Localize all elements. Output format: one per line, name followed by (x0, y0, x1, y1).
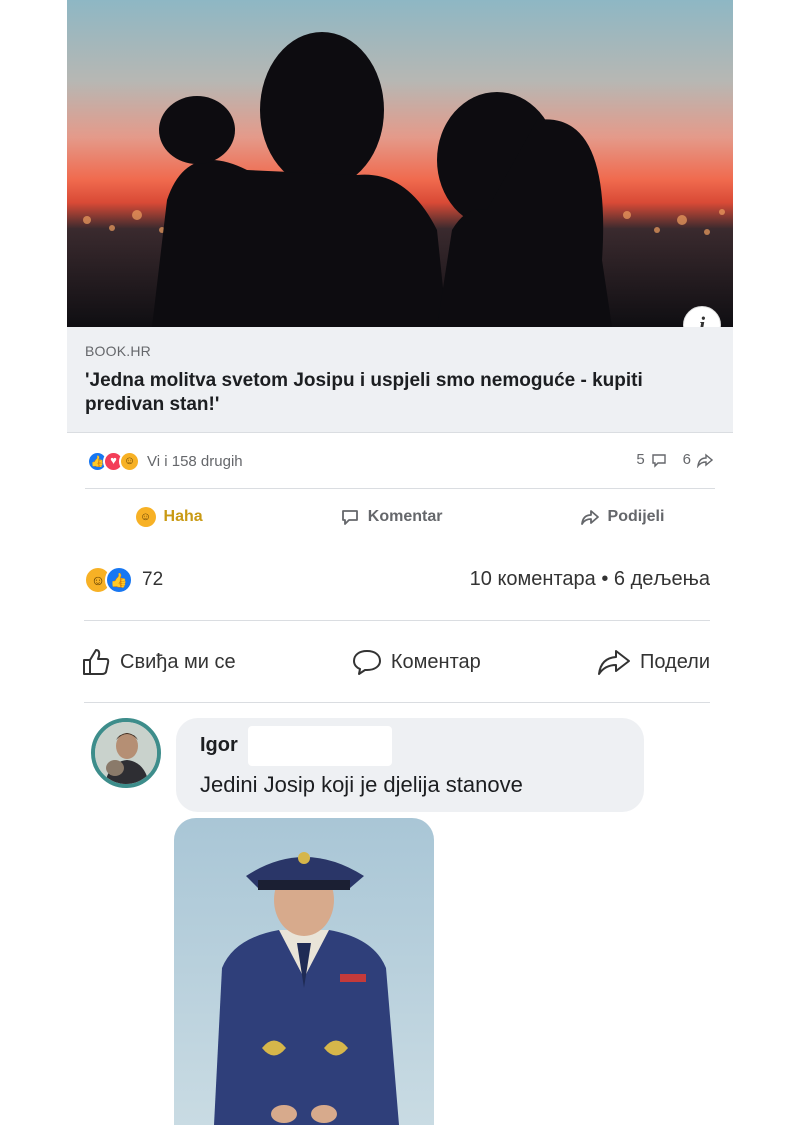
shared-action-bar: ☺ Haha Komentar Podijeli (67, 500, 733, 534)
engagement-counts: 5 6 (636, 451, 713, 468)
comment-button[interactable]: Komentar (340, 507, 443, 527)
comment-label: Komentar (367, 508, 443, 525)
shares-count[interactable]: 6 (683, 451, 691, 468)
comment-icon (651, 453, 666, 468)
comment-button[interactable]: Коментар (351, 646, 481, 678)
reaction-summary[interactable]: 👍 ♥ ☺ Vi i 158 drugih (87, 450, 243, 472)
comment-text: Jedini Josip koji je djelija stanove (200, 772, 523, 797)
like-button[interactable]: Свиђа ми се (80, 646, 236, 678)
shared-post: i BOOK.HR 'Jedna molitva svetom Josipu i… (67, 0, 733, 705)
link-preview-image[interactable] (67, 0, 733, 327)
share-button[interactable]: Подели (596, 646, 710, 678)
share-icon (697, 453, 713, 468)
post-action-bar: Свиђа ми се Коментар Подели (80, 640, 710, 684)
comments-shares-count[interactable]: 10 коментара • 6 дељења (470, 568, 710, 591)
screenshot-frame: i BOOK.HR 'Jedna molitva svetom Josipu i… (0, 0, 800, 1125)
link-source: BOOK.HR (85, 343, 151, 359)
divider (84, 702, 710, 703)
comments-count[interactable]: 5 (636, 451, 644, 468)
comment-bubble: Igor Jedini Josip koji je djelija stanov… (176, 718, 644, 812)
link-preview[interactable]: BOOK.HR 'Jedna molitva svetom Josipu i u… (67, 327, 733, 433)
divider (85, 488, 715, 489)
comment-photo[interactable] (174, 818, 434, 1125)
avatar[interactable] (91, 718, 161, 788)
thumbs-up-icon (83, 649, 110, 675)
comment-author[interactable]: Igor (200, 734, 238, 757)
share-button[interactable]: Podijeli (580, 507, 665, 527)
haha-button[interactable]: ☺ Haha (135, 507, 203, 527)
reactions-count: 72 (142, 569, 164, 590)
comment-icon (341, 510, 358, 525)
haha-label: Haha (163, 508, 203, 525)
comment-label: Коментар (390, 650, 481, 673)
share-icon (597, 650, 630, 675)
share-label: Подели (639, 650, 710, 673)
share-icon (580, 510, 599, 525)
reactions-text: Vi i 158 drugih (147, 452, 243, 470)
redaction-box (248, 726, 392, 766)
share-label: Podijeli (607, 508, 665, 525)
haha-reaction-icon: ☺ (119, 450, 140, 472)
link-title: 'Jedna molitva svetom Josipu i uspjeli s… (85, 370, 643, 415)
haha-icon: ☺ (135, 507, 156, 527)
like-label: Свиђа ми се (120, 650, 236, 673)
post-reaction-summary[interactable]: ☺ 👍 72 (84, 565, 163, 595)
divider (84, 620, 710, 621)
like-reaction-icon: 👍 (105, 566, 133, 594)
comment-icon (352, 650, 381, 675)
